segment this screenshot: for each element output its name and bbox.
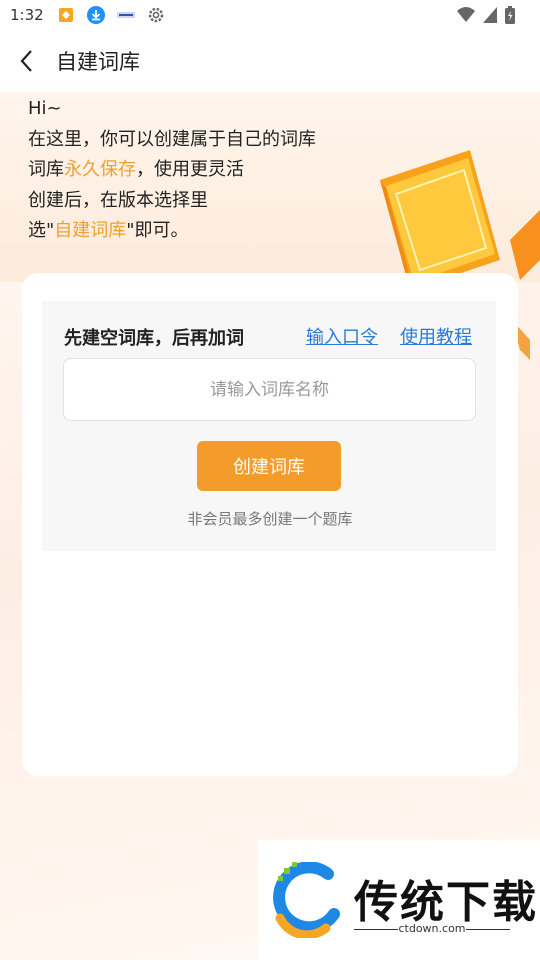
intro-line-1: 在这里，你可以创建属于自己的词库 [28, 128, 316, 150]
page-title: 自建词库 [56, 50, 140, 74]
chevron-left-icon [20, 50, 32, 72]
intro-line-3: 创建后，在版本选择里 [28, 189, 208, 211]
watermark-brand: 传统下载 [354, 877, 538, 928]
intro-line-2-prefix: 词库 [28, 159, 64, 180]
back-button[interactable] [2, 30, 52, 92]
status-bar: 1:32 [0, 0, 540, 30]
signal-icon [482, 6, 498, 28]
status-right-group [456, 5, 516, 29]
library-name-input[interactable] [63, 358, 476, 421]
intro-line-4: 选"自建词库"即可。 [28, 216, 316, 247]
intro-line-4-prefix: 选" [28, 220, 55, 241]
intro-line-4-suffix: "即可。 [126, 220, 189, 241]
member-limit-note: 非会员最多创建一个题库 [187, 510, 353, 528]
intro-line-2: 词库永久保存，使用更灵活 [28, 155, 316, 186]
intro-line-2-suffix: ，使用更灵活 [136, 159, 244, 180]
app-header: 自建词库 [0, 30, 540, 92]
download-icon [86, 5, 106, 25]
settings-gear-icon [146, 5, 166, 25]
highlight-custom-library: 自建词库 [54, 220, 127, 241]
battery-charging-icon [504, 5, 516, 29]
create-library-button[interactable]: 创建词库 [197, 441, 341, 491]
watermark-divider-right [466, 929, 510, 930]
ctdown-logo-icon [273, 862, 340, 938]
status-time: 1:32 [10, 6, 44, 24]
intro-text: Hi~ 在这里，你可以创建属于自己的词库 词库永久保存，使用更灵活 创建后，在版… [28, 94, 316, 247]
taobao-app-icon [56, 5, 76, 25]
wifi-icon [456, 6, 476, 28]
tutorial-link[interactable]: 使用教程 [400, 323, 472, 349]
app-badge-icon [116, 5, 136, 25]
panel-title: 先建空词库，后再加词 [64, 328, 244, 349]
enter-code-link[interactable]: 输入口令 [306, 323, 378, 349]
highlight-permanent-save: 永久保存 [64, 159, 136, 180]
intro-greeting: Hi~ [28, 98, 62, 119]
